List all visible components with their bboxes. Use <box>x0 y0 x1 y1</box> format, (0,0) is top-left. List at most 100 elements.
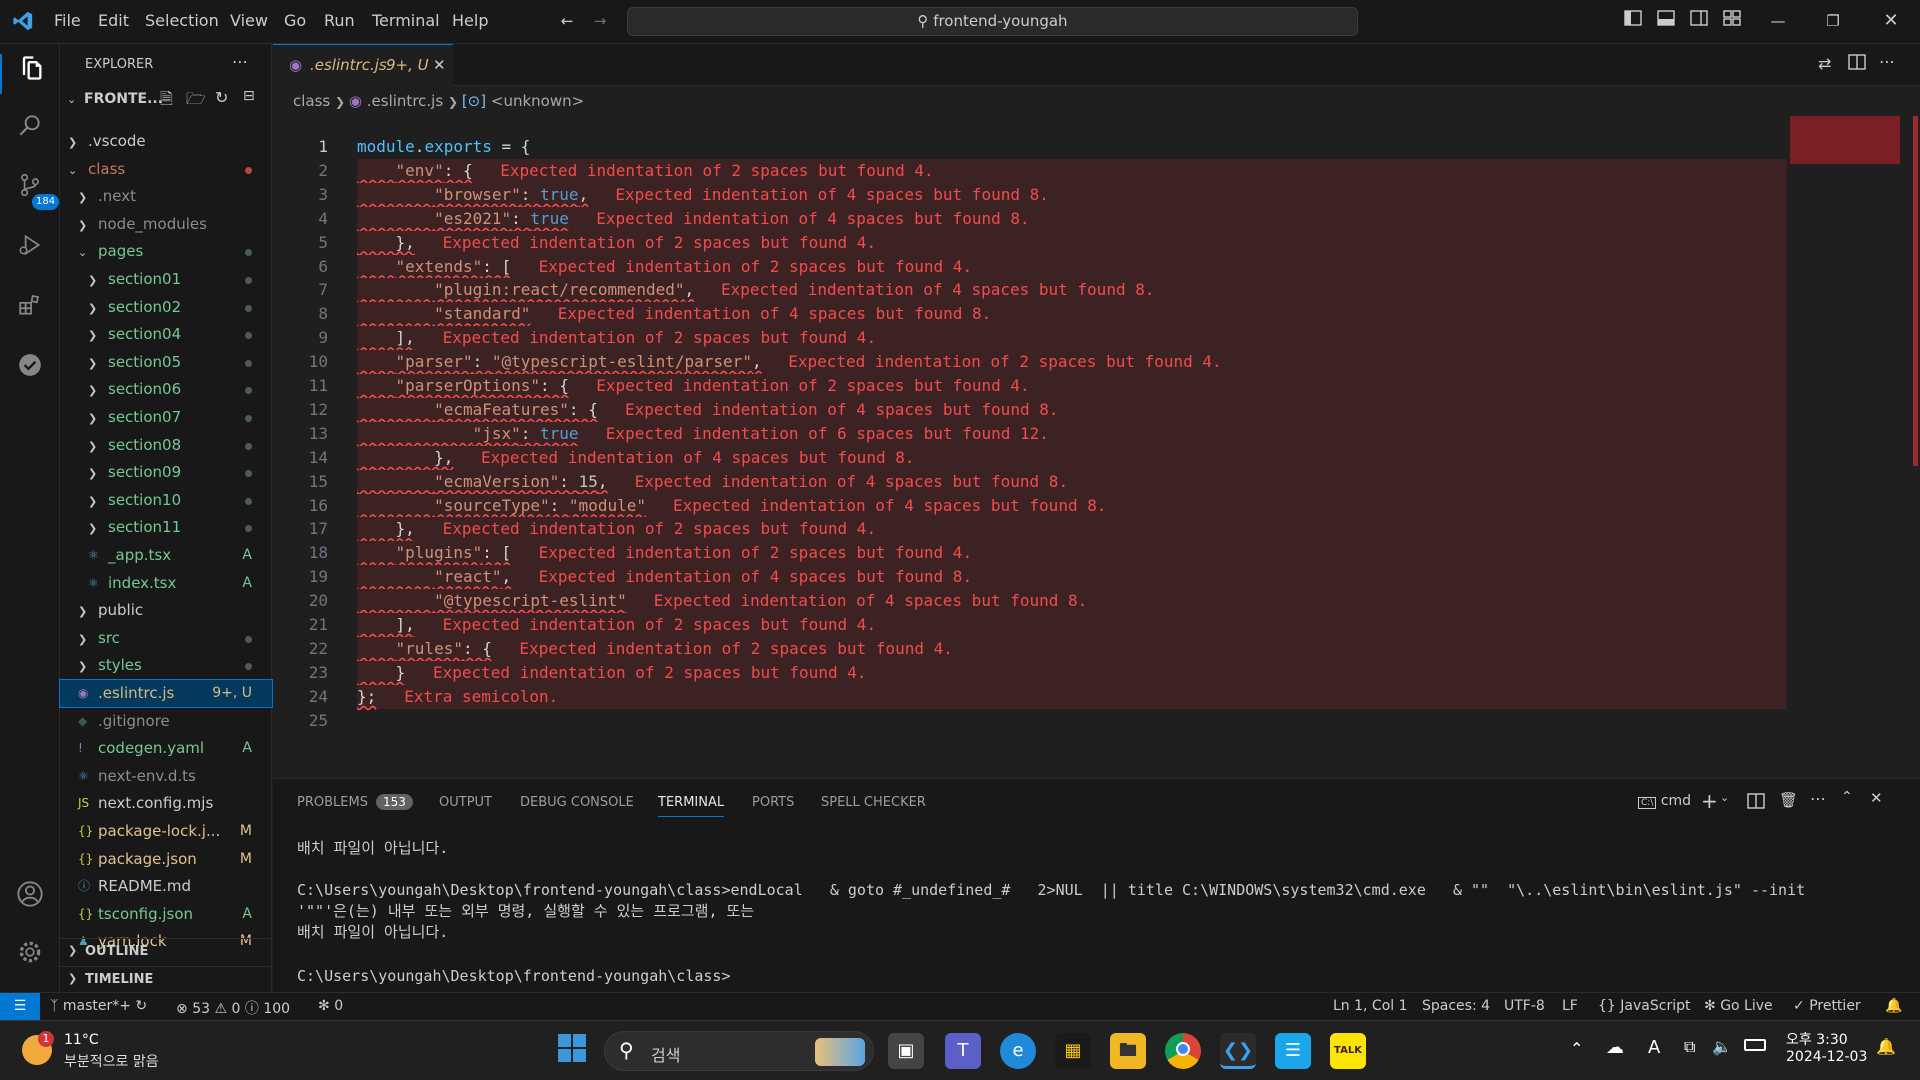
root-folder-header[interactable]: ⌄ FRONTE... 🗎 🗁 ↻ ⊟ <box>60 88 272 112</box>
code-line[interactable]: 18 "plugins": [Expected indentation of 2… <box>273 541 1920 566</box>
cursor-position[interactable]: Ln 1, Col 1 <box>1333 998 1408 1014</box>
panel-tab-ports[interactable]: PORTS <box>752 795 794 810</box>
new-folder-icon[interactable]: 🗁 <box>186 88 206 115</box>
code-line[interactable]: 24}; Extra semicolon. <box>273 684 1920 709</box>
breadcrumb-file[interactable]: .eslintrc.js <box>367 92 443 110</box>
code-line[interactable]: 5 }, Expected indentation of 2 spaces but… <box>273 230 1920 255</box>
extensions-icon[interactable] <box>10 292 50 332</box>
tree-item-index-tsx[interactable]: ⚛ index.tsx A <box>60 570 272 597</box>
tree-item-class[interactable]: ⌄ class <box>60 156 272 183</box>
settings-gear-icon[interactable] <box>10 939 50 979</box>
tree-item-next[interactable]: ❯ .next <box>60 183 272 210</box>
code-line[interactable]: 16 "sourceType": "module" Expected indent… <box>273 493 1920 518</box>
terminal-shell-selector[interactable]: C:\ cmd <box>1638 793 1691 809</box>
tree-item-eslintrc-js[interactable]: ◉ .eslintrc.js 9+, U <box>59 679 273 708</box>
remote-indicator[interactable]: ☰ <box>0 993 40 1021</box>
toggle-secondary-sidebar-icon[interactable] <box>1688 10 1710 32</box>
indentation[interactable]: Spaces: 4 <box>1422 998 1490 1014</box>
timeline-section[interactable]: ❯ TIMELINE <box>60 966 272 992</box>
close-window-icon[interactable]: ✕ <box>1880 10 1902 32</box>
code-line[interactable]: 4 "es2021": true Expected indentation of … <box>273 206 1920 231</box>
code-line[interactable]: 1 module.exports = { <box>273 135 1920 159</box>
code-line[interactable]: 11 "parserOptions": {Expected indentatio… <box>273 374 1920 398</box>
tree-item-section04[interactable]: ❯ section04 <box>60 321 272 348</box>
search-icon[interactable] <box>10 112 50 152</box>
split-editor-icon[interactable] <box>1848 54 1866 74</box>
editor-more-icon[interactable]: ⋯ <box>1879 52 1895 71</box>
taskbar-search-box[interactable]: ⚲ 검색 <box>604 1031 874 1071</box>
menu-file[interactable]: File <box>54 11 81 30</box>
tree-item-public[interactable]: ❯ public <box>60 597 272 624</box>
ime-indicator-icon[interactable]: A <box>1648 1037 1660 1058</box>
code-line[interactable]: 25 <box>273 709 1920 733</box>
edge-icon[interactable]: e <box>1000 1033 1036 1069</box>
tree-item-section01[interactable]: ❯ section01 <box>60 266 272 293</box>
volume-icon[interactable]: 🔈 <box>1712 1037 1732 1056</box>
tree-item-section06[interactable]: ❯ section06 <box>60 376 272 403</box>
tree-item-section10[interactable]: ❯ section10 <box>60 487 272 514</box>
code-line[interactable]: 13 "jsx": true Expected indentation of 6 … <box>273 421 1920 446</box>
chevron-down-icon[interactable]: ⌄ <box>1720 791 1729 804</box>
tree-item-node-modules[interactable]: ❯ node_modules <box>60 211 272 238</box>
panel-tab-terminal[interactable]: TERMINAL <box>658 795 725 817</box>
toggle-primary-sidebar-icon[interactable] <box>1622 10 1644 32</box>
kill-terminal-trash-icon[interactable]: 🗑 <box>1779 791 1798 809</box>
breadcrumb-symbol[interactable]: <unknown> <box>491 92 584 110</box>
minimap[interactable] <box>1790 116 1900 164</box>
close-tab-icon[interactable]: ✕ <box>433 45 446 86</box>
notepad-icon[interactable]: ☰ <box>1275 1033 1311 1069</box>
clock-time[interactable]: 오후 3:30 <box>1786 1029 1848 1049</box>
menu-view[interactable]: View <box>230 11 268 30</box>
restore-icon[interactable]: ❐ <box>1822 10 1844 32</box>
close-panel-icon[interactable]: ✕ <box>1870 789 1883 807</box>
code-line[interactable]: 15 "ecmaVersion": 15, Expected indentatio… <box>273 469 1920 494</box>
code-line[interactable]: 17 }, Expected indentation of 2 spaces bu… <box>273 517 1920 542</box>
maximize-panel-icon[interactable]: ⌃ <box>1841 789 1853 805</box>
file-explorer-icon[interactable]: 🖿 <box>1110 1033 1146 1069</box>
code-line[interactable]: 22 "rules": {Expected indentation of 2 s… <box>273 636 1920 661</box>
code-line[interactable]: 21 ], Expected indentation of 2 spaces bu… <box>273 613 1920 637</box>
new-file-icon[interactable]: 🗎 <box>160 88 173 115</box>
refresh-icon[interactable]: ↻ <box>215 88 228 107</box>
menu-help[interactable]: Help <box>452 11 488 30</box>
panel-tab-spell-checker[interactable]: SPELL CHECKER <box>821 795 926 810</box>
clock-date[interactable]: 2024-12-03 <box>1786 1049 1867 1065</box>
code-line[interactable]: 12 "ecmaFeatures": {Expected indentation… <box>273 397 1920 422</box>
vscode-taskbar-icon[interactable]: ❮❯ <box>1220 1033 1256 1069</box>
notification-center-icon[interactable]: 🔔 <box>1876 1037 1896 1056</box>
notifications-bell-icon[interactable]: 🔔 <box>1885 998 1902 1014</box>
code-line[interactable]: 6 "extends": [Expected indentation of 2 … <box>273 254 1920 279</box>
battery-icon[interactable] <box>1744 1039 1766 1051</box>
tree-item-section08[interactable]: ❯ section08 <box>60 432 272 459</box>
menu-edit[interactable]: Edit <box>98 11 129 30</box>
new-terminal-icon[interactable]: + <box>1701 789 1718 813</box>
outline-section[interactable]: ❯ OUTLINE <box>60 938 272 964</box>
customize-layout-icon[interactable] <box>1721 10 1743 32</box>
tree-item-package-lock-j[interactable]: {} package-lock.j... M <box>60 818 272 845</box>
tree-item-package-json[interactable]: {} package.json M <box>60 846 272 873</box>
task-view-icon[interactable]: ▣ <box>888 1033 924 1069</box>
tree-item-src[interactable]: ❯ src <box>60 625 272 652</box>
menu-selection[interactable]: Selection <box>145 11 219 30</box>
tree-item-readme-md[interactable]: ⓘ README.md <box>60 873 272 900</box>
tree-item-section11[interactable]: ❯ section11 <box>60 514 272 541</box>
chrome-icon[interactable] <box>1165 1033 1201 1069</box>
back-arrow-icon[interactable]: ← <box>556 10 578 32</box>
tree-item-pages[interactable]: ⌄ pages <box>60 238 272 265</box>
code-line[interactable]: 3 "browser": true, Expected indentation o… <box>273 182 1920 207</box>
panel-tab-problems[interactable]: PROBLEMS 153 <box>297 794 413 810</box>
tree-item-styles[interactable]: ❯ styles <box>60 652 272 679</box>
breadcrumb-folder[interactable]: class <box>293 92 330 110</box>
sticky-notes-icon[interactable]: ▦ <box>1055 1033 1091 1069</box>
onedrive-cloud-icon[interactable]: ☁ <box>1606 1037 1624 1058</box>
branch-indicator[interactable]: ᛉ master*+ ↻ <box>50 998 147 1014</box>
account-icon[interactable] <box>10 880 50 920</box>
code-line[interactable]: 2 "env": {Expected indentation of 2 spac… <box>273 158 1920 183</box>
tree-item-next-config-mjs[interactable]: JS next.config.mjs <box>60 790 272 817</box>
collapse-all-icon[interactable]: ⊟ <box>243 88 255 104</box>
panel-tab-debug-console[interactable]: DEBUG CONSOLE <box>520 795 634 810</box>
encoding[interactable]: UTF-8 <box>1504 998 1545 1014</box>
language-mode[interactable]: {} JavaScript <box>1598 998 1690 1014</box>
tree-item-app-tsx[interactable]: ⚛ _app.tsx A <box>60 542 272 569</box>
teams-icon[interactable]: T <box>945 1033 981 1069</box>
